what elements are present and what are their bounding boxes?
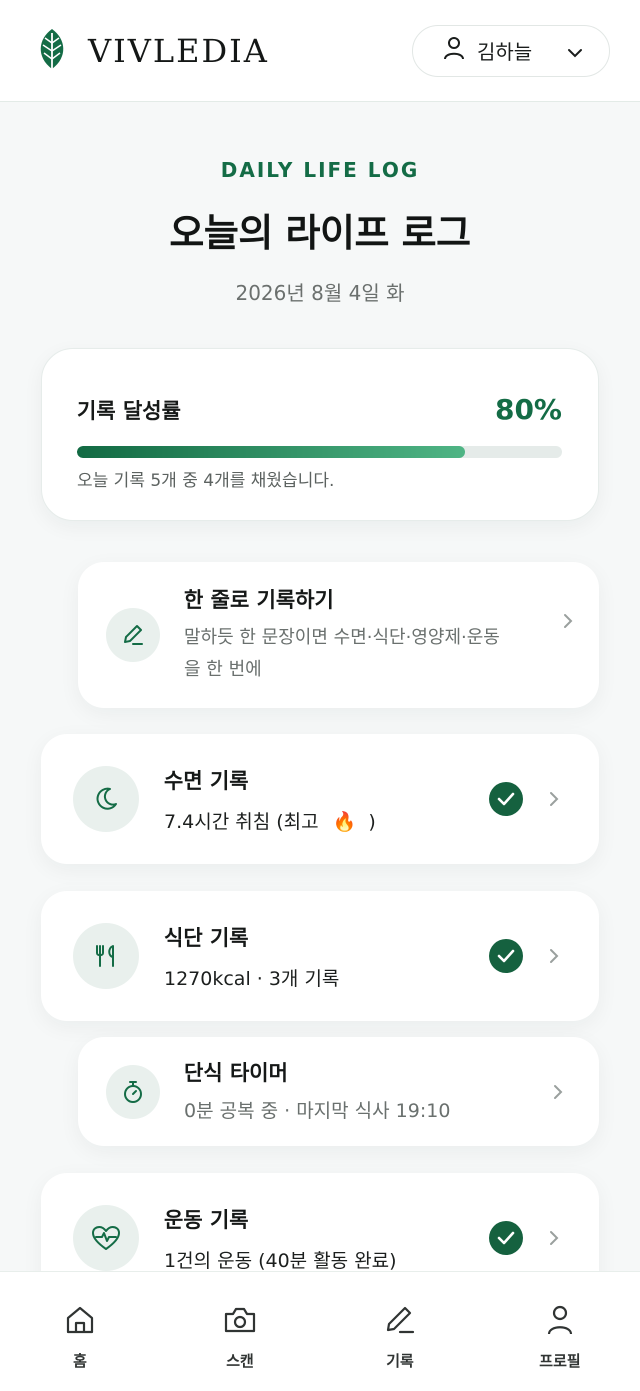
nav-profile-label: 프로필 [539, 1352, 581, 1370]
nav-scan[interactable]: 스캔 [160, 1272, 320, 1391]
chevron-down-icon [567, 39, 583, 63]
utensils-icon [73, 923, 139, 989]
fire-icon: 🔥 [332, 810, 357, 833]
chevron-right-icon [549, 948, 559, 964]
meal-summary: 1270kcal · 3개 기록 [164, 967, 340, 990]
date-label: 2026년 8월 4일 화 [235, 281, 405, 305]
user-icon [545, 1304, 575, 1340]
pencil-icon [106, 608, 160, 662]
home-icon [64, 1304, 96, 1340]
moon-icon [73, 766, 139, 832]
user-menu-button[interactable]: 김하늘 [412, 24, 610, 77]
bottom-navigation: 홈 스캔 기록 프로필 [0, 1271, 640, 1391]
chevron-right-icon [553, 1084, 563, 1100]
user-icon [443, 36, 465, 65]
nav-log-label: 기록 [386, 1352, 414, 1370]
chevron-right-icon [549, 791, 559, 807]
fasting-timer-card[interactable]: 단식 타이머 0분 공복 중 · 마지막 식사 19:10 [78, 1037, 599, 1146]
progress-note: 오늘 기록 5개 중 4개를 채웠습니다. [77, 471, 335, 491]
progress-bar [77, 446, 562, 458]
stopwatch-icon [106, 1064, 160, 1119]
nav-log[interactable]: 기록 [320, 1272, 480, 1391]
exercise-summary: 1건의 운동 (40분 활동 완료) [164, 1249, 397, 1272]
nav-scan-label: 스캔 [226, 1352, 254, 1370]
sleep-title: 수면 기록 [164, 768, 249, 793]
exercise-title: 운동 기록 [164, 1207, 249, 1232]
quick-log-title: 한 줄로 기록하기 [184, 588, 334, 612]
fasting-title: 단식 타이머 [184, 1060, 288, 1085]
check-icon [489, 1221, 523, 1255]
hero-section: DAILY LIFE LOG 오늘의 라이프 로그 2026년 8월 4일 화 [0, 158, 640, 306]
camera-icon [223, 1304, 257, 1340]
progress-value: 80% [494, 393, 562, 426]
progress-card: 기록 달성률 80% 오늘 기록 5개 중 4개를 채웠습니다. [41, 348, 599, 521]
pencil-icon [383, 1304, 417, 1340]
fasting-summary: 0분 공복 중 · 마지막 식사 19:10 [184, 1099, 451, 1122]
quick-log-desc-line1: 말하듯 한 문장이면 수면·식단·영양제·운동 [184, 627, 500, 648]
quick-log-card[interactable]: 한 줄로 기록하기 말하듯 한 문장이면 수면·식단·영양제·운동 을 한 번에 [78, 562, 599, 708]
brand-name: VIVLEDIA [88, 31, 269, 70]
quick-log-desc-line2: 을 한 번에 [184, 659, 262, 680]
leaf-icon [36, 27, 68, 75]
sleep-summary-text: 7.4시간 취침 (최고 [164, 810, 319, 833]
sleep-summary-end: ) [368, 810, 376, 833]
eyebrow-label: DAILY LIFE LOG [220, 158, 420, 182]
chevron-right-icon [549, 1230, 559, 1246]
brand[interactable]: VIVLEDIA [36, 27, 269, 75]
user-name: 김하늘 [477, 40, 533, 64]
quick-log-desc: 말하듯 한 문장이면 수면·식단·영양제·운동 을 한 번에 [184, 622, 555, 686]
nav-profile[interactable]: 프로필 [480, 1272, 640, 1391]
chevron-right-icon [563, 613, 573, 629]
nav-home-label: 홈 [73, 1352, 87, 1370]
check-icon [489, 939, 523, 973]
nav-home[interactable]: 홈 [0, 1272, 160, 1391]
sleep-log-card[interactable]: 수면 기록 7.4시간 취침 (최고 🔥 ) [41, 734, 599, 864]
check-icon [489, 782, 523, 816]
page-title: 오늘의 라이프 로그 [169, 211, 471, 255]
heart-pulse-icon [73, 1205, 139, 1271]
meal-title: 식단 기록 [164, 925, 249, 950]
meal-log-card[interactable]: 식단 기록 1270kcal · 3개 기록 [41, 891, 599, 1021]
app-header: VIVLEDIA 김하늘 [0, 0, 640, 102]
sleep-summary: 7.4시간 취침 (최고 🔥 ) [164, 807, 489, 834]
progress-label: 기록 달성률 [77, 398, 181, 423]
progress-bar-fill [77, 446, 465, 458]
